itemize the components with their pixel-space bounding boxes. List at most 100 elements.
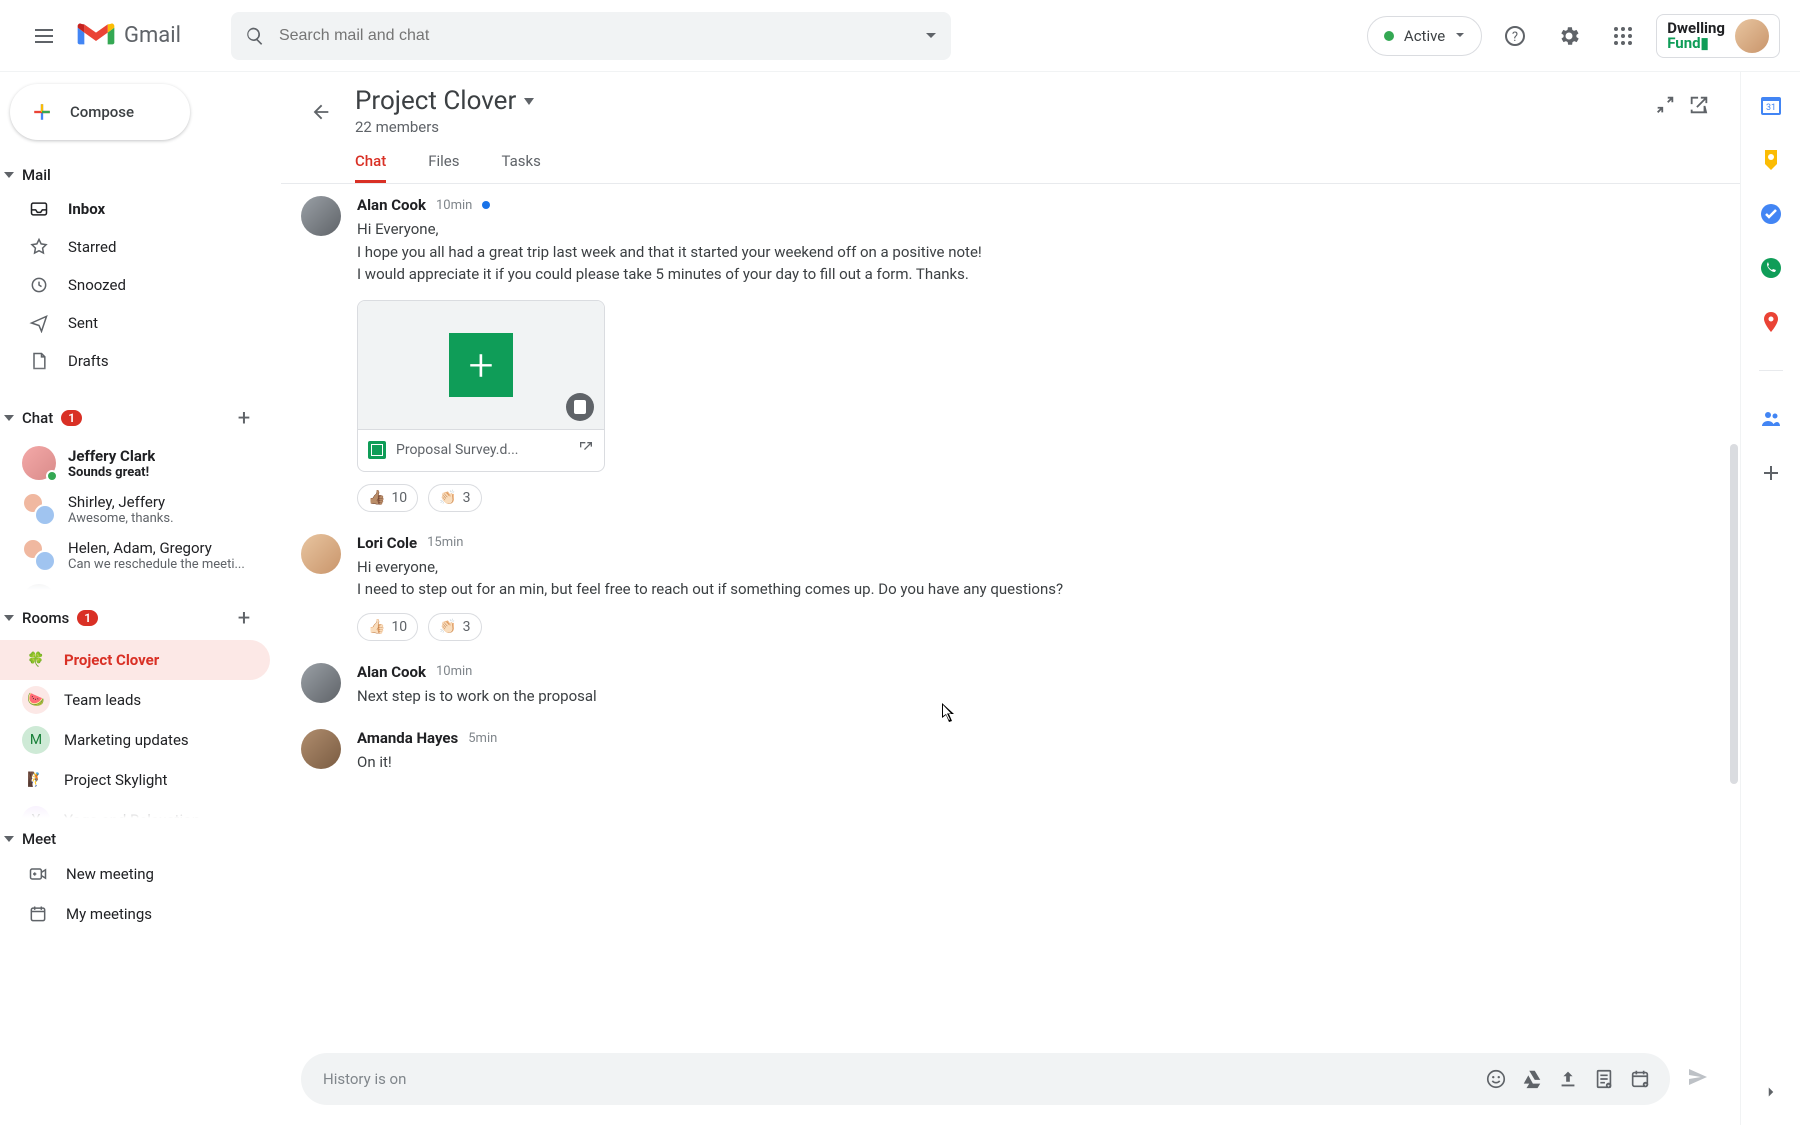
new-meeting[interactable]: New meeting bbox=[0, 854, 280, 894]
room-item[interactable]: 🧗Project Skylight bbox=[0, 760, 280, 800]
room-tabs: Chat Files Tasks bbox=[281, 136, 1740, 184]
support-button[interactable]: ? bbox=[1494, 15, 1536, 57]
my-meetings[interactable]: My meetings bbox=[0, 894, 280, 934]
rail-expand-button[interactable] bbox=[1762, 1083, 1780, 1105]
room-item[interactable]: 🍀Project Clover bbox=[0, 640, 270, 680]
room-item[interactable]: MMarketing updates bbox=[0, 720, 280, 760]
new-room-button[interactable]: + bbox=[228, 602, 260, 634]
member-count[interactable]: 22 members bbox=[355, 118, 1654, 136]
clock-icon bbox=[29, 275, 49, 295]
search-box[interactable] bbox=[231, 12, 951, 60]
mail-section-header[interactable]: Mail bbox=[0, 160, 280, 190]
chevron-down-icon bbox=[524, 98, 534, 105]
message-list[interactable]: Alan Cook10minHi Everyone,I hope you all… bbox=[281, 184, 1740, 1041]
upload-button[interactable] bbox=[1550, 1061, 1586, 1097]
compose-area: History is on + + bbox=[281, 1041, 1740, 1125]
reaction[interactable]: 👍🏻10 bbox=[357, 613, 418, 641]
room-header: Project Clover 22 members bbox=[281, 72, 1740, 136]
search-input[interactable] bbox=[279, 27, 925, 45]
emoji-button[interactable] bbox=[1478, 1061, 1514, 1097]
scrollbar-thumb[interactable] bbox=[1730, 444, 1738, 784]
room-item[interactable]: YYoga and Relaxation bbox=[0, 800, 280, 818]
chat-preview: Can we reschedule the meeti... bbox=[68, 557, 245, 572]
chat-item[interactable]: Jeffery ClarkSounds great! bbox=[0, 440, 280, 486]
calendar-app-icon[interactable]: 31 bbox=[1759, 94, 1783, 118]
doc-button[interactable]: + bbox=[1586, 1061, 1622, 1097]
emoji-icon bbox=[1485, 1068, 1507, 1090]
new-chat-button[interactable]: + bbox=[228, 402, 260, 434]
app-header: Gmail Active ? DwellingFund▮ bbox=[0, 0, 1800, 72]
collapse-icon bbox=[4, 615, 14, 621]
tasks-app-icon[interactable] bbox=[1759, 202, 1783, 226]
message-time: 5min bbox=[468, 731, 497, 746]
sidebar-item-drafts[interactable]: Drafts bbox=[0, 342, 270, 380]
search-options-icon[interactable] bbox=[925, 30, 937, 42]
message-author: Amanda Hayes bbox=[357, 729, 458, 747]
calendar-icon bbox=[28, 904, 48, 924]
reaction-count: 10 bbox=[391, 490, 407, 506]
reaction[interactable]: 👏🏻3 bbox=[428, 613, 481, 641]
rooms-section-header[interactable]: Rooms1+ bbox=[0, 596, 280, 640]
contacts-app-icon[interactable] bbox=[1759, 407, 1783, 431]
tab-tasks[interactable]: Tasks bbox=[502, 152, 541, 183]
reaction[interactable]: 👍🏽10 bbox=[357, 484, 418, 512]
keep-app-icon[interactable] bbox=[1759, 148, 1783, 172]
maps-app-icon[interactable] bbox=[1759, 310, 1783, 334]
sidebar-item-sent[interactable]: Sent bbox=[0, 304, 270, 342]
account-switcher[interactable]: DwellingFund▮ bbox=[1656, 14, 1780, 58]
sheets-icon bbox=[449, 333, 513, 397]
compose-button[interactable]: Compose bbox=[10, 84, 190, 140]
chat-item[interactable]: Helen, Adam, GregoryCan we reschedule th… bbox=[0, 532, 280, 578]
collapse-icon bbox=[4, 836, 14, 842]
tab-chat[interactable]: Chat bbox=[355, 152, 386, 183]
reaction[interactable]: 👏🏻3 bbox=[428, 484, 481, 512]
room-title[interactable]: Project Clover bbox=[355, 86, 1654, 116]
chat-section-header[interactable]: Chat1+ bbox=[0, 396, 280, 440]
chat-avatar bbox=[22, 584, 56, 590]
back-button[interactable] bbox=[301, 92, 341, 132]
chat-name: Jeffery Clark bbox=[68, 447, 155, 465]
attachment-card[interactable]: Proposal Survey.d... bbox=[357, 300, 605, 472]
tab-files[interactable]: Files bbox=[428, 152, 459, 183]
message-input[interactable]: History is on + + bbox=[301, 1053, 1670, 1105]
message-time: 10min bbox=[436, 198, 472, 213]
compose-plus-icon bbox=[28, 98, 56, 126]
mail-section: Mail Inbox Starred Snoozed Sent Drafts bbox=[0, 160, 280, 390]
org-name: DwellingFund▮ bbox=[1667, 21, 1725, 51]
apps-button[interactable] bbox=[1602, 15, 1644, 57]
voice-app-icon[interactable] bbox=[1759, 256, 1783, 280]
open-new-button[interactable] bbox=[1688, 94, 1710, 120]
room-icon: 🧗 bbox=[22, 766, 50, 794]
main-menu-button[interactable] bbox=[20, 12, 68, 60]
message-author: Alan Cook bbox=[357, 196, 426, 214]
presence-status[interactable]: Active bbox=[1367, 16, 1482, 56]
settings-button[interactable] bbox=[1548, 15, 1590, 57]
chat-item[interactable]: Helen Chang bbox=[0, 578, 280, 590]
sheets-mini-icon bbox=[368, 441, 386, 459]
room-item[interactable]: 🍉Team leads bbox=[0, 680, 280, 720]
chip-icon bbox=[566, 393, 594, 421]
search-icon bbox=[245, 26, 265, 46]
reactions: 👍🏽10 👏🏻3 bbox=[357, 484, 1710, 512]
calendar-button[interactable]: + bbox=[1622, 1061, 1658, 1097]
message-text: Hi Everyone, bbox=[357, 218, 1710, 241]
sidebar-item-inbox[interactable]: Inbox bbox=[0, 190, 270, 228]
room-icon: 🍀 bbox=[22, 646, 50, 674]
sidebar-item-snoozed[interactable]: Snoozed bbox=[0, 266, 270, 304]
drive-button[interactable] bbox=[1514, 1061, 1550, 1097]
add-app-icon[interactable] bbox=[1759, 461, 1783, 485]
meet-section-header[interactable]: Meet bbox=[0, 824, 280, 854]
mouse-cursor bbox=[942, 703, 956, 723]
room-label: Marketing updates bbox=[64, 731, 189, 749]
chat-item[interactable]: Shirley, JefferyAwesome, thanks. bbox=[0, 486, 280, 532]
collapse-button[interactable] bbox=[1654, 94, 1676, 120]
svg-text:?: ? bbox=[1512, 30, 1518, 45]
send-button[interactable] bbox=[1686, 1065, 1710, 1093]
sidebar-item-starred[interactable]: Starred bbox=[0, 228, 270, 266]
open-attachment[interactable] bbox=[578, 440, 594, 460]
reaction-emoji: 👏🏻 bbox=[439, 490, 456, 506]
gmail-logo[interactable]: Gmail bbox=[76, 21, 181, 51]
message-time: 15min bbox=[427, 535, 463, 550]
attachment-name: Proposal Survey.d... bbox=[396, 442, 568, 458]
message: Amanda Hayes5minOn it! bbox=[301, 729, 1710, 774]
